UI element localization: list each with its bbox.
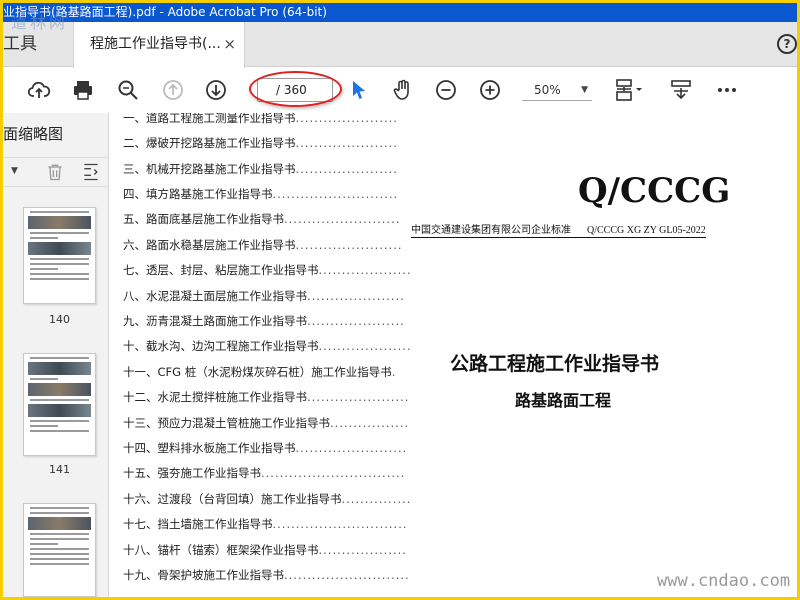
- thumbnail-label: 140: [49, 313, 70, 326]
- toc-item[interactable]: 十五、强夯施工作业指导书............................…: [123, 464, 412, 482]
- toc-item[interactable]: 十一、CFG 桩（水泥粉煤灰碎石桩）施工作业指导书.: [123, 363, 412, 381]
- panel-title: 面缩略图: [3, 125, 64, 143]
- toc-item[interactable]: 九、沥青混凝土路面施工作业指导书.....................: [123, 312, 412, 330]
- toc-item[interactable]: 十、截水沟、边沟工程施工作业指导书....................: [123, 337, 412, 355]
- acrobat-window: 业指导书(路基路面工程).pdf - Adobe Acrobat Pro (64…: [3, 3, 797, 597]
- toc-item[interactable]: 十九、骨架护坡施工作业指导书..........................…: [123, 566, 412, 584]
- toc-item[interactable]: 六、路面水稳基层施工作业指导书.......................: [123, 236, 412, 254]
- page-thumbnail[interactable]: [23, 353, 96, 456]
- tab-document[interactable]: 程施工作业指导书(... ×: [73, 22, 245, 68]
- more-icon[interactable]: [713, 76, 741, 104]
- zoom-in-icon[interactable]: [476, 76, 504, 104]
- table-of-contents-page: 一、道路工程施工测量作业指导书...................... 二、…: [110, 113, 412, 597]
- page-number-input[interactable]: / 360: [257, 78, 333, 102]
- hand-icon[interactable]: [389, 76, 417, 104]
- chevron-down-icon[interactable]: ▼: [11, 166, 18, 176]
- toc-item[interactable]: 十八、锚杆（锚索）框架梁作业指导书...................: [123, 541, 412, 559]
- standard-logo-text: Q/CCCG: [578, 171, 731, 211]
- document-view[interactable]: 一、道路工程施工测量作业指导书...................... 二、…: [110, 113, 797, 597]
- watermark-text: www.cndao.com: [657, 571, 791, 591]
- upload-icon[interactable]: [25, 76, 53, 104]
- toc-item[interactable]: 十七、挡土墙施工作业指导书...........................…: [123, 515, 412, 533]
- page-thumbnail[interactable]: [23, 503, 96, 597]
- standard-org: 中国交通建设集团有限公司企业标准: [411, 225, 571, 236]
- select-cursor-icon[interactable]: [345, 76, 373, 104]
- page-down-icon[interactable]: [202, 76, 230, 104]
- thumbnail-panel: 面缩略图 ▼ 140 141: [3, 113, 109, 597]
- panel-toolbar: ▼: [3, 157, 109, 187]
- toc-item[interactable]: 四、填方路基施工作业指导书...........................: [123, 185, 412, 203]
- toc-item[interactable]: 十二、水泥土搅拌桩施工作业指导书......................: [123, 388, 412, 406]
- zoom-out-icon[interactable]: [432, 76, 460, 104]
- print-icon[interactable]: [69, 76, 97, 104]
- toc-item[interactable]: 八、水泥混凝土面层施工作业指导书.....................: [123, 287, 412, 305]
- page-up-icon[interactable]: [159, 76, 187, 104]
- toc-item[interactable]: 十六、过渡段（台背回填）施工作业指导书...............: [123, 490, 412, 508]
- zoom-value: 50%: [534, 83, 561, 97]
- trash-icon[interactable]: [45, 162, 65, 186]
- page-thumbnail[interactable]: [23, 207, 96, 304]
- title-bar: 业指导书(路基路面工程).pdf - Adobe Acrobat Pro (64…: [3, 3, 797, 22]
- close-icon[interactable]: ×: [223, 22, 236, 67]
- page-fit-icon[interactable]: [611, 76, 647, 104]
- thumbnail-label: 141: [49, 463, 70, 476]
- document-subtitle: 路基路面工程: [515, 391, 612, 410]
- toc-item[interactable]: 二、爆破开挖路基施工作业指导书......................: [123, 134, 412, 152]
- tab-tools[interactable]: 工具: [3, 22, 73, 67]
- tab-document-label: 程施工作业指导书(...: [90, 36, 221, 52]
- toc-item[interactable]: 十四、塑料排水板施工作业指导书........................: [123, 439, 412, 457]
- toc-item[interactable]: 一、道路工程施工测量作业指导书......................: [123, 113, 412, 127]
- toc-item[interactable]: 三、机械开挖路基施工作业指导书......................: [123, 160, 412, 178]
- toc-item[interactable]: 十三、预应力混凝土管桩施工作业指导书.................: [123, 414, 412, 432]
- scroll-mode-icon[interactable]: [667, 76, 695, 104]
- zoom-select[interactable]: 50% ▼: [522, 79, 592, 101]
- toc-item[interactable]: 七、透层、封层、粘层施工作业指导书....................: [123, 261, 412, 279]
- search-icon[interactable]: [114, 76, 142, 104]
- standard-header-line: 中国交通建设集团有限公司企业标准 Q/CCCG XG ZY GL05-2022: [411, 221, 706, 238]
- standard-code: Q/CCCG XG ZY GL05-2022: [587, 225, 706, 236]
- chevron-down-icon: ▼: [581, 85, 588, 95]
- help-icon[interactable]: ?: [777, 34, 797, 54]
- window-title: 业指导书(路基路面工程).pdf - Adobe Acrobat Pro (64…: [3, 5, 327, 19]
- document-main-title: 公路工程施工作业指导书: [450, 353, 660, 375]
- tab-bar: 工具 程施工作业指导书(... × ?: [3, 22, 797, 68]
- toc-item[interactable]: 五、路面底基层施工作业指导书.........................: [123, 210, 412, 228]
- page-options-icon[interactable]: [81, 162, 101, 186]
- toolbar: / 360 50% ▼: [3, 68, 797, 112]
